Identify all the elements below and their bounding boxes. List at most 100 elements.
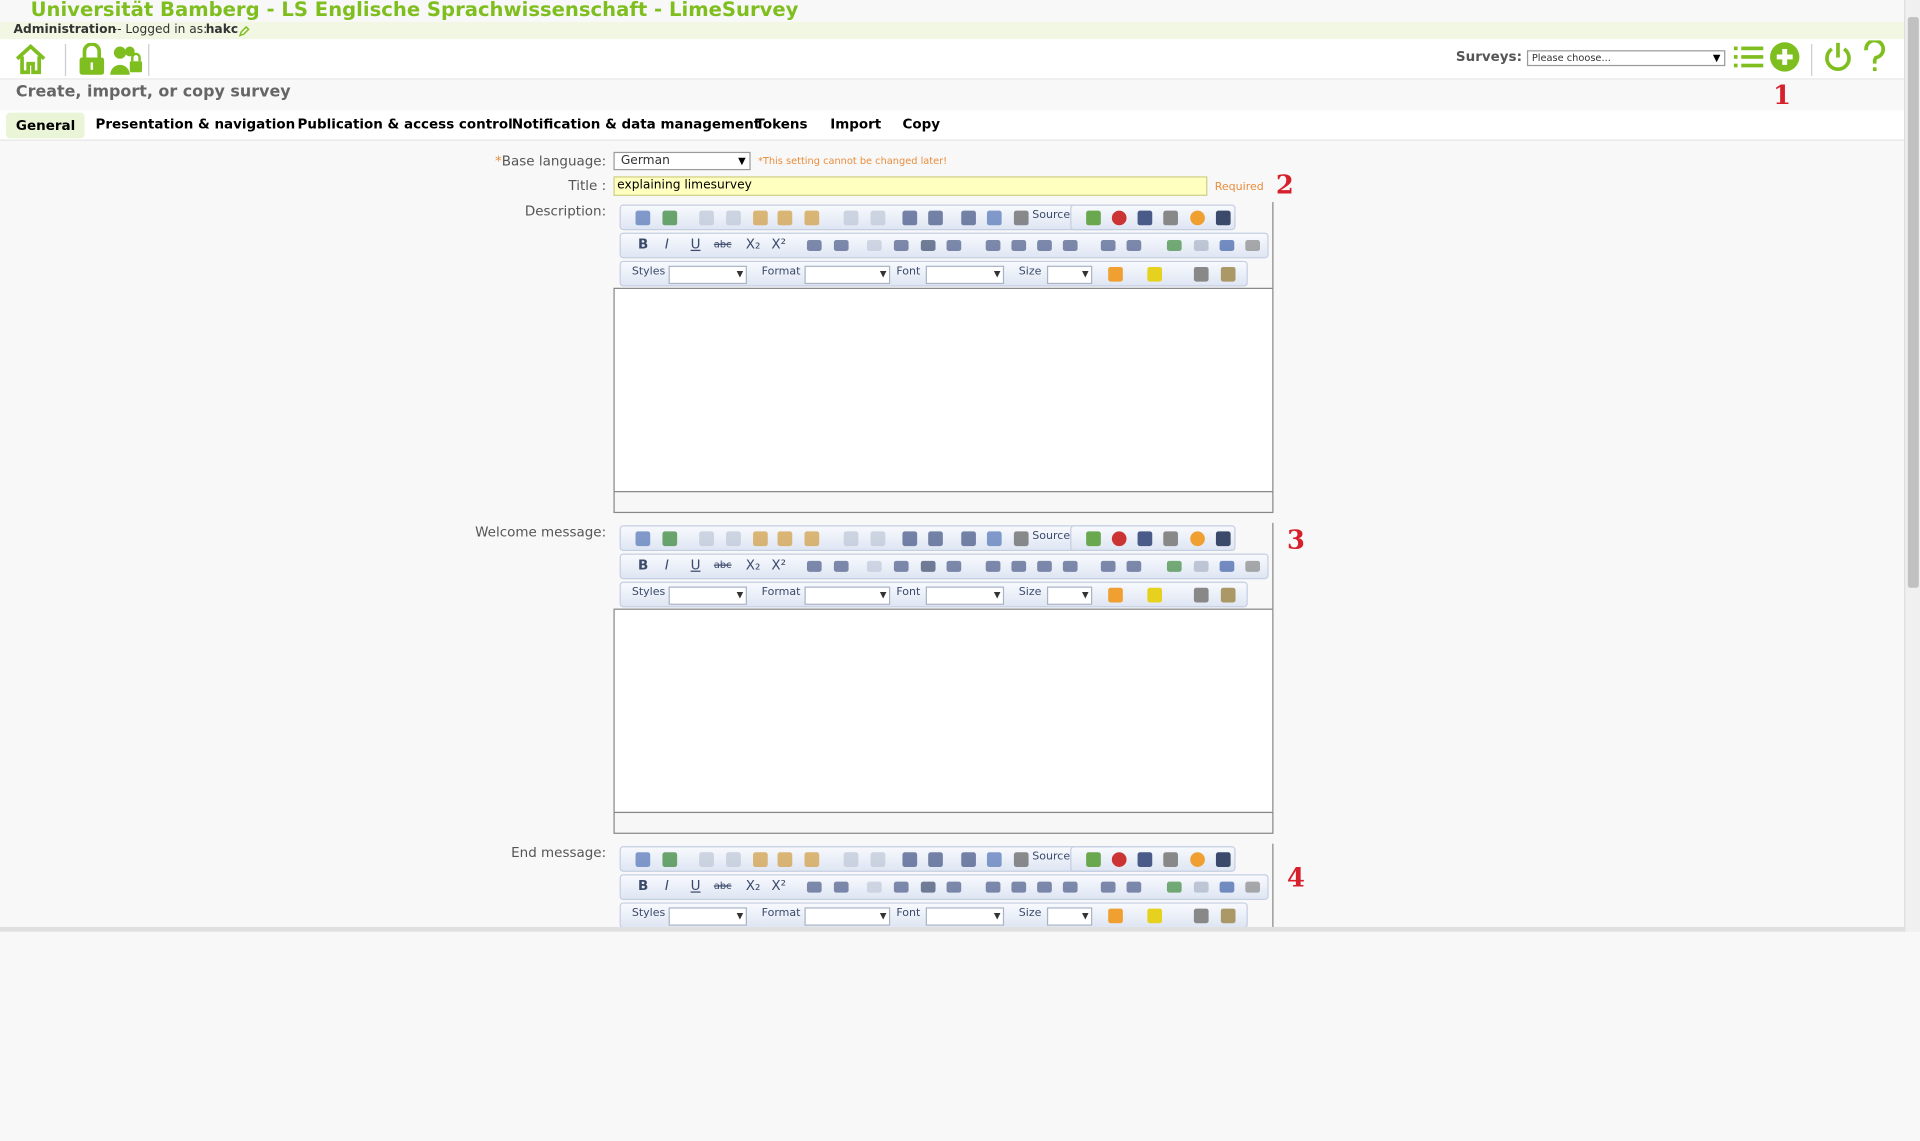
replace-icon[interactable] [928,852,943,867]
image-icon[interactable] [1086,852,1101,867]
italic-icon[interactable]: I [665,878,669,894]
rtl-icon[interactable] [1126,560,1142,572]
placeholder-icon[interactable] [662,210,678,226]
special-icon[interactable] [635,852,651,867]
surveys-select[interactable]: Please choose... ▼ [1526,50,1726,67]
justify-icon[interactable] [1062,881,1078,893]
blockquote-icon[interactable] [920,881,936,893]
bulleted-list-icon[interactable] [833,240,849,252]
source-button-label[interactable]: Source [1032,209,1070,221]
rtl-icon[interactable] [1126,881,1142,893]
outdent-icon[interactable] [866,560,882,572]
tab-presentation-navigation[interactable]: Presentation & navigation [96,116,296,132]
bold-icon[interactable]: B [638,236,648,252]
source-button-label[interactable]: Source [1032,851,1070,863]
bulleted-list-icon[interactable] [833,560,849,572]
subscript-icon[interactable]: X₂ [746,878,761,894]
source-button-label[interactable]: Source [1032,530,1070,542]
maximize-icon[interactable] [1193,908,1209,924]
text-color-icon[interactable] [1108,587,1123,603]
welcome-edit-area[interactable] [613,608,1274,814]
about-icon[interactable] [1245,240,1261,252]
copy-icon[interactable] [726,210,741,226]
table-icon[interactable] [1137,852,1153,867]
styles-combo[interactable]: ▼ [668,907,747,926]
strike-icon[interactable]: abc [714,880,732,891]
show-blocks-icon[interactable] [1220,908,1236,924]
redo-icon[interactable] [870,531,886,547]
scrollbar-thumb[interactable] [1907,17,1919,588]
styles-combo[interactable]: ▼ [668,586,747,605]
text-color-icon[interactable] [1108,908,1123,924]
cut-icon[interactable] [699,210,714,226]
align-right-icon[interactable] [1037,560,1052,572]
subscript-icon[interactable]: X₂ [746,236,761,252]
anchor-icon[interactable] [1219,560,1235,572]
omega-icon[interactable] [1215,210,1231,226]
ltr-icon[interactable] [1100,560,1116,572]
redo-icon[interactable] [870,852,886,867]
bg-color-icon[interactable] [1147,587,1163,603]
special-icon[interactable] [635,210,651,226]
format-combo[interactable]: ▼ [804,907,891,926]
rtl-icon[interactable] [1126,240,1142,252]
div-icon[interactable] [946,560,962,572]
maximize-icon[interactable] [1193,587,1209,603]
add-survey-icon[interactable] [1769,42,1800,73]
placeholder-icon[interactable] [662,852,678,867]
bold-icon[interactable]: B [638,557,648,573]
text-color-icon[interactable] [1108,266,1123,282]
align-left-icon[interactable] [985,881,1001,893]
about-icon[interactable] [1245,881,1261,893]
strike-icon[interactable]: abc [714,239,732,250]
format-combo[interactable]: ▼ [804,265,891,285]
outdent-icon[interactable] [866,881,882,893]
div-icon[interactable] [946,240,962,252]
font-combo[interactable]: ▼ [925,265,1005,285]
numbered-list-icon[interactable] [806,881,822,893]
link-icon[interactable] [1166,560,1182,572]
underline-icon[interactable]: U [691,878,701,894]
size-combo[interactable]: ▼ [1046,265,1093,285]
find-icon[interactable] [902,531,918,547]
numbered-list-icon[interactable] [806,240,822,252]
underline-icon[interactable]: U [691,557,701,573]
home-icon[interactable] [15,43,47,75]
size-combo[interactable]: ▼ [1046,907,1093,926]
cut-icon[interactable] [699,852,714,867]
size-combo[interactable]: ▼ [1046,586,1093,605]
hr-icon[interactable] [1163,531,1178,547]
justify-icon[interactable] [1062,560,1078,572]
format-combo[interactable]: ▼ [804,586,891,605]
tab-publication-access-control[interactable]: Publication & access control [298,116,513,132]
tab-tokens[interactable]: Tokens [756,116,808,132]
paste-icon[interactable] [753,852,768,867]
paste-word-icon[interactable] [804,852,820,867]
ltr-icon[interactable] [1100,240,1116,252]
user-lock-icon[interactable] [109,44,143,76]
lock-icon[interactable] [78,42,105,76]
unlink-icon[interactable] [1193,881,1209,893]
smiley-icon[interactable] [1190,852,1205,867]
paste-text-icon[interactable] [777,210,793,226]
unlink-icon[interactable] [1193,560,1209,572]
link-icon[interactable] [1166,240,1182,252]
remove-format-icon[interactable] [986,531,1002,547]
superscript-icon[interactable]: X² [771,878,786,894]
list-surveys-icon[interactable] [1733,43,1765,72]
help-icon[interactable] [1862,40,1886,74]
superscript-icon[interactable]: X² [771,557,786,573]
align-left-icon[interactable] [985,240,1001,252]
tab-import[interactable]: Import [830,116,881,132]
edit-user-icon[interactable] [238,25,250,37]
justify-icon[interactable] [1062,240,1078,252]
subscript-icon[interactable]: X₂ [746,557,761,573]
source-icon[interactable] [1013,852,1029,867]
select-all-icon[interactable] [961,531,976,547]
indent-icon[interactable] [893,881,909,893]
align-center-icon[interactable] [1011,240,1027,252]
select-all-icon[interactable] [961,210,976,226]
omega-icon[interactable] [1215,852,1231,867]
underline-icon[interactable]: U [691,236,701,252]
tab-notification-data-management[interactable]: Notification & data management [512,116,760,132]
